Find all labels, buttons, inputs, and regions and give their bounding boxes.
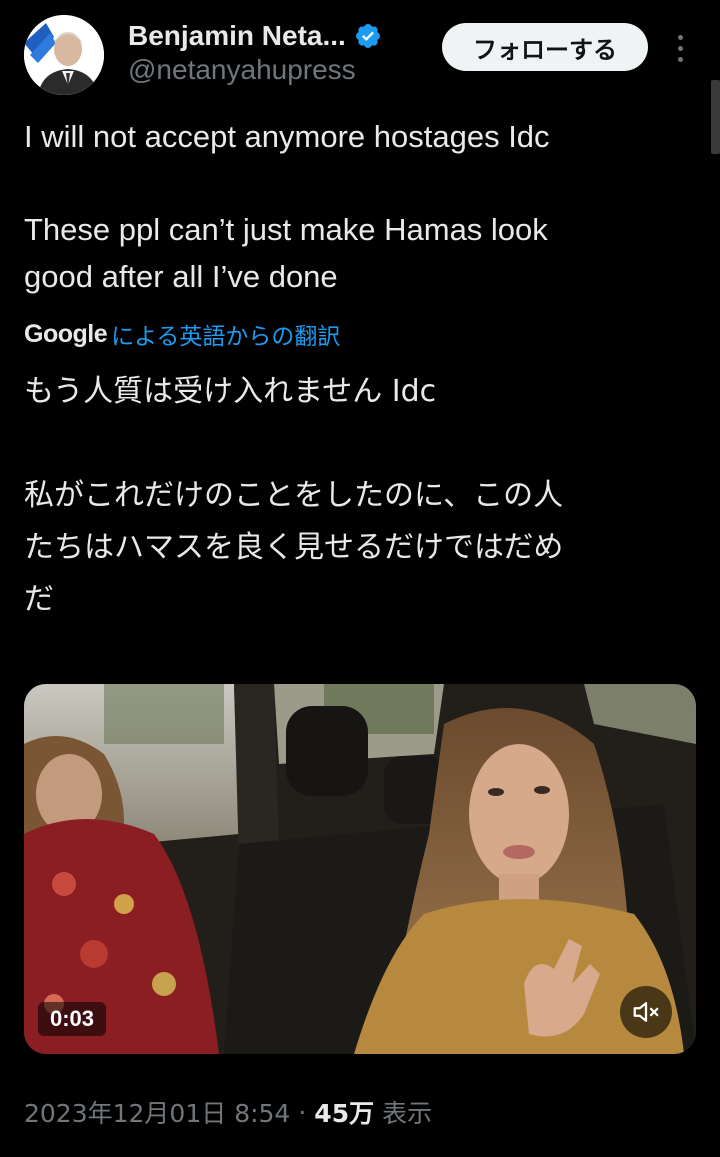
more-dot	[677, 34, 683, 40]
translation-link[interactable]: による英語からの翻訳	[111, 317, 340, 351]
video-frame	[24, 684, 696, 1054]
translated-text-paragraph-1: もう人質は受け入れません Idc	[24, 374, 437, 409]
author-display-name[interactable]: Benjamin Neta...	[128, 20, 346, 52]
scrollbar-thumb[interactable]	[711, 80, 720, 154]
more-dot	[677, 45, 683, 51]
more-dot	[677, 56, 683, 62]
translation-attribution: Google による英語からの翻訳	[24, 316, 340, 352]
author-name-row[interactable]: Benjamin Neta...	[128, 18, 382, 54]
meta-separator: ·	[298, 1097, 307, 1127]
mute-toggle-button[interactable]	[620, 986, 672, 1038]
video-duration-badge: 0:03	[38, 1002, 107, 1036]
avatar-image	[24, 15, 104, 95]
translated-text-paragraph-2: 私がこれだけのことをしたのに、この人 たちはハマスを良く見せるだけではだめ だ	[24, 478, 564, 617]
more-options-icon[interactable]	[664, 26, 696, 70]
tweet-timestamp[interactable]: 2023年12月01日 8:54	[24, 1094, 290, 1130]
views-label: 表示	[382, 1099, 433, 1128]
video-player[interactable]	[24, 684, 696, 1054]
views-count: 45万	[314, 1099, 375, 1128]
author-handle[interactable]: @netanyahupress	[128, 54, 356, 86]
tweet-header: Benjamin Neta... @netanyahupress フォローする	[0, 0, 720, 100]
verified-badge-icon	[355, 24, 380, 48]
tweet-text-paragraph-1: I will not accept anymore hostages Idc	[24, 119, 550, 154]
tweet-meta: 2023年12月01日 8:54 · 45万 表示	[24, 1092, 432, 1132]
volume-muted-icon	[633, 1002, 659, 1022]
google-logo: Google	[24, 319, 108, 348]
author-avatar[interactable]	[24, 15, 104, 95]
tweet-text-paragraph-2: These ppl can’t just make Hamas look goo…	[24, 212, 548, 294]
follow-button[interactable]: フォローする	[442, 23, 648, 71]
